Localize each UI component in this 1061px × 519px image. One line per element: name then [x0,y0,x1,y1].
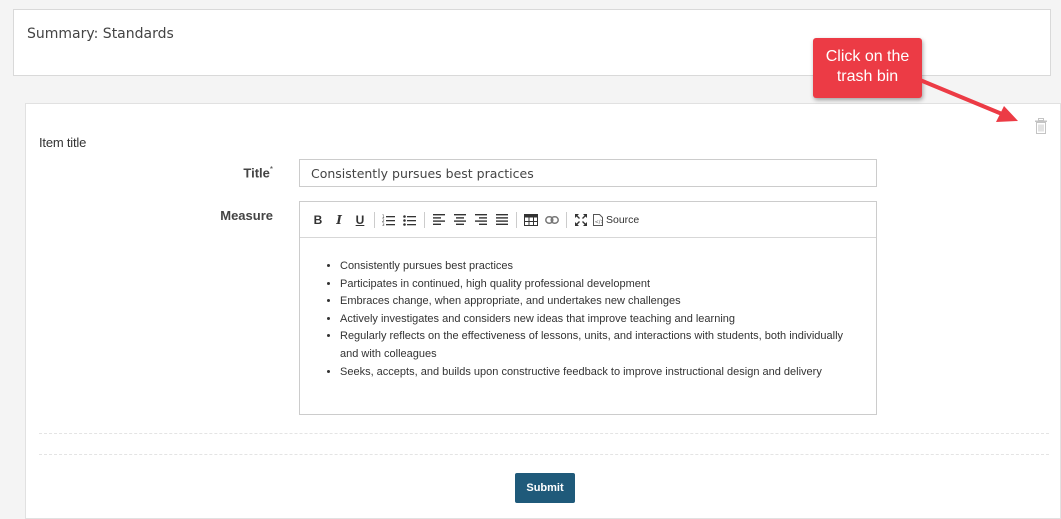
source-button[interactable]: </> Source [593,210,639,230]
bullet-item: Actively investigates and considers new … [340,311,864,329]
measure-editor: B I U 123 </> Source • Consistently purs… [299,201,877,415]
editor-toolbar: B I U 123 </> Source [300,202,876,238]
bullet-item: Regularly reflects on the effectiveness … [340,328,864,363]
source-icon: </> [593,213,603,226]
align-left-icon[interactable] [430,210,448,230]
bold-button[interactable]: B [309,210,327,230]
underline-button[interactable]: U [351,210,369,230]
bullet-item: Seeks, accepts, and builds upon construc… [340,364,864,382]
required-mark: * [269,165,273,174]
table-icon[interactable] [522,210,540,230]
toolbar-separator [374,211,375,228]
align-justify-icon[interactable] [493,210,511,230]
svg-text:</>: </> [595,219,603,225]
item-heading: Item title [39,135,87,150]
bullet-item: Participates in continued, high quality … [340,276,864,294]
title-label: Title* [243,165,273,181]
divider [39,433,1049,434]
italic-button[interactable]: I [330,210,348,230]
bullet-list: Consistently pursues best practicesParti… [340,258,864,381]
maximize-icon[interactable] [572,210,590,230]
title-input[interactable] [299,159,877,187]
numbered-list-icon[interactable]: 123 [380,210,398,230]
divider [39,454,1049,455]
trash-icon[interactable] [1034,118,1048,134]
svg-text:3: 3 [382,222,385,226]
measure-label: Measure [220,208,273,223]
toolbar-separator [516,211,517,228]
bullet-item: Consistently pursues best practices [340,258,864,276]
bullet-item: Embraces change, when appropriate, and u… [340,293,864,311]
callout-arrow-icon [918,78,1018,122]
toolbar-separator [424,211,425,228]
submit-button[interactable]: Submit [515,473,575,503]
align-center-icon[interactable] [451,210,469,230]
bulleted-list-icon[interactable] [401,210,419,230]
editor-content[interactable]: Consistently pursues best practicesParti… [300,238,876,381]
summary-title: Summary: Standards [27,26,174,42]
link-icon[interactable] [543,210,561,230]
source-label: Source [606,213,640,226]
toolbar-separator [566,211,567,228]
item-panel: Item title Title* Measure B I U 123 [25,103,1061,519]
align-right-icon[interactable] [472,210,490,230]
callout-line-1: Click on the [825,48,910,65]
